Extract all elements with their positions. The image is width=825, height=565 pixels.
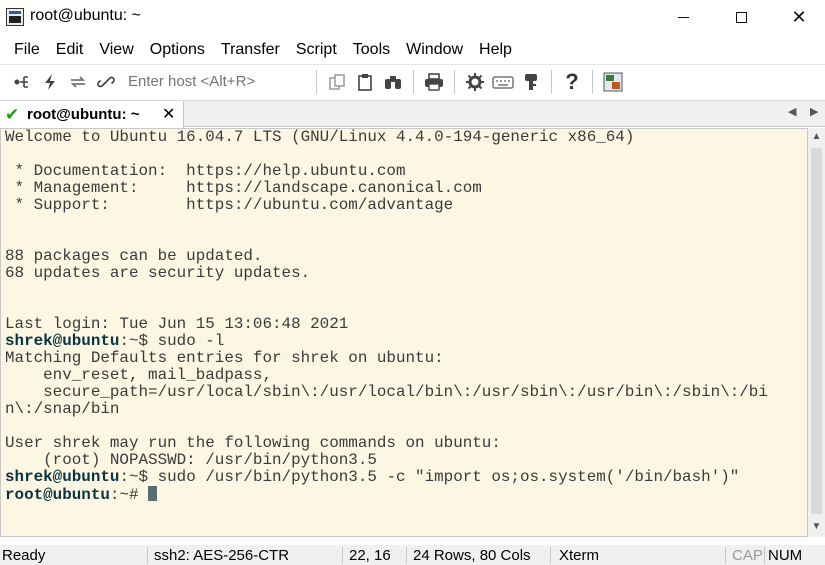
toolbar-separator (592, 69, 593, 94)
status-bar: Ready ssh2: AES-256-CTR 22, 16 24 Rows, … (0, 545, 825, 565)
status-terminal-size: 24 Rows, 80 Cols (413, 547, 531, 564)
scroll-down-icon[interactable]: ▼ (808, 518, 825, 535)
shell-prompt: root@ubuntu (5, 486, 110, 504)
keymap-icon[interactable] (489, 68, 517, 96)
close-icon: ✕ (791, 6, 807, 27)
tab-scroll-left-icon[interactable]: ◀ (788, 105, 796, 118)
terminal-scrollbar[interactable]: ▲ ▼ (808, 128, 825, 537)
status-separator (342, 547, 343, 564)
check-icon: ✔ (5, 104, 20, 124)
tab-label: root@ubuntu: ~ (27, 106, 140, 123)
terminal-line: User shrek may run the following command… (5, 434, 501, 452)
tab-close-icon[interactable]: ✕ (162, 104, 175, 124)
terminal-line: root@ubuntu:~# (5, 486, 807, 504)
menu-window[interactable]: Window (398, 36, 471, 64)
minimize-icon (677, 16, 689, 18)
help-icon[interactable]: ? (558, 68, 586, 96)
tab-bar: ✔ root@ubuntu: ~ ✕ ◀ ▶ (0, 100, 825, 128)
maximize-button[interactable] (718, 0, 764, 34)
maximize-icon (735, 11, 747, 23)
close-button[interactable]: ✕ (776, 0, 822, 34)
key-icon[interactable] (517, 68, 545, 96)
toolbar-separator (413, 69, 414, 94)
status-separator (550, 547, 551, 564)
sftp-icon[interactable] (599, 68, 627, 96)
menu-options[interactable]: Options (142, 36, 213, 64)
terminal-line: Last login: Tue Jun 15 13:06:48 2021 (5, 315, 349, 333)
menu-tools[interactable]: Tools (345, 36, 398, 64)
disconnect-icon[interactable] (92, 68, 120, 96)
menu-edit[interactable]: Edit (48, 36, 92, 64)
terminal-output[interactable]: Welcome to Ubuntu 16.04.7 LTS (GNU/Linux… (0, 128, 808, 537)
menu-file[interactable]: File (6, 36, 48, 64)
paste-icon[interactable] (351, 68, 379, 96)
minimize-button[interactable] (660, 0, 706, 34)
terminal-line: 88 packages can be updated. (5, 247, 263, 265)
terminal-line: secure_path=/usr/local/sbin\:/usr/local/… (5, 383, 768, 401)
terminal-line: Welcome to Ubuntu 16.04.7 LTS (GNU/Linux… (5, 128, 635, 146)
menu-help[interactable]: Help (471, 36, 520, 64)
status-cipher: ssh2: AES-256-CTR (154, 547, 290, 564)
find-icon[interactable] (379, 68, 407, 96)
tab-scroll-right-icon[interactable]: ▶ (810, 105, 818, 118)
menu-transfer[interactable]: Transfer (213, 36, 288, 64)
terminal-cursor (148, 486, 158, 501)
status-num-lock: NUM (768, 547, 803, 564)
terminal-line: shrek@ubuntu:~$ sudo -l (5, 332, 225, 350)
status-cursor-position: 22, 16 (349, 547, 391, 564)
title-bar: root@ubuntu: ~ ✕ (0, 0, 825, 34)
terminal-line: * Documentation: https://help.ubuntu.com (5, 162, 406, 180)
toolbar: ? (0, 64, 825, 98)
status-separator (406, 547, 407, 564)
print-icon[interactable] (420, 68, 448, 96)
status-separator (725, 547, 726, 564)
menu-script[interactable]: Script (288, 36, 345, 64)
terminal-line: (root) NOPASSWD: /usr/bin/python3.5 (5, 451, 377, 469)
scroll-thumb[interactable] (811, 148, 822, 514)
reconnect-icon[interactable] (64, 68, 92, 96)
quick-connect-icon[interactable] (36, 68, 64, 96)
terminal-line: env_reset, mail_badpass, (5, 366, 273, 384)
status-terminal-type: Xterm (559, 547, 600, 564)
settings-icon[interactable] (461, 68, 489, 96)
status-caps-lock: CAP (732, 547, 763, 564)
copy-icon[interactable] (323, 68, 351, 96)
status-ready: Ready (2, 547, 46, 564)
scroll-up-icon[interactable]: ▲ (808, 128, 825, 145)
status-separator (147, 547, 148, 564)
shell-prompt: shrek@ubuntu (5, 468, 120, 486)
terminal-line: * Support: https://ubuntu.com/advantage (5, 196, 454, 214)
toolbar-separator (454, 69, 455, 94)
host-input[interactable] (128, 69, 306, 94)
tab-root-ubuntu[interactable]: ✔ root@ubuntu: ~ ✕ (0, 101, 184, 128)
toolbar-separator (316, 69, 317, 94)
terminal-line: n\:/snap/bin (5, 400, 120, 418)
app-icon (6, 8, 24, 26)
connect-icon[interactable] (8, 68, 36, 96)
terminal-line: shrek@ubuntu:~$ sudo /usr/bin/python3.5 … (5, 468, 740, 486)
terminal-line: Matching Defaults entries for shrek on u… (5, 349, 444, 367)
toolbar-separator (551, 69, 552, 94)
shell-prompt: shrek@ubuntu (5, 332, 120, 350)
terminal-line: * Management: https://landscape.canonica… (5, 179, 482, 197)
menu-view[interactable]: View (91, 36, 141, 64)
status-separator (764, 547, 765, 564)
window-title: root@ubuntu: ~ (30, 7, 141, 24)
terminal-line: 68 updates are security updates. (5, 264, 311, 282)
menu-bar: File Edit View Options Transfer Script T… (0, 36, 825, 64)
